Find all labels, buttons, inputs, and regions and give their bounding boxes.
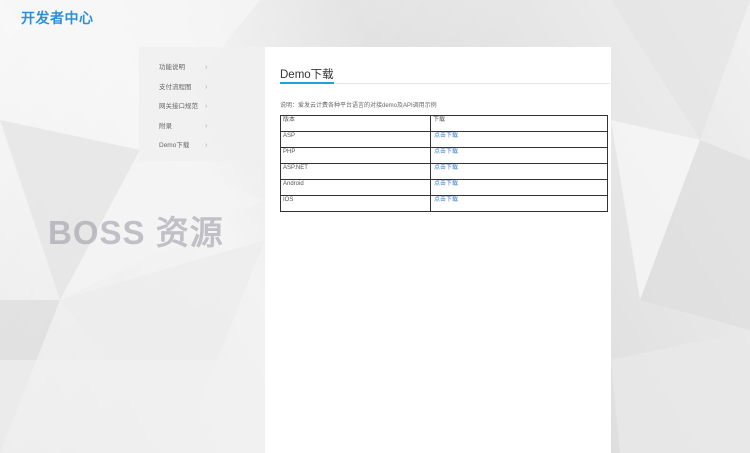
sidebar: 功能说明 › 支付流程图 › 网关接口规范 › 附录 › Demo下载 › — [139, 47, 265, 161]
chevron-right-icon: › — [205, 83, 208, 91]
demo-table: 版本 下载 ASP 点击下载 PHP 点击下载 ASP.NET 点击下载 And… — [280, 115, 608, 212]
download-cell: 点击下载 — [430, 195, 608, 212]
column-header-download: 下载 — [430, 115, 608, 132]
description-text: 说明：爱发云计费各种平台语言的对接demo及API调用示例 — [280, 103, 437, 109]
table-row: ASP 点击下载 — [280, 131, 608, 148]
sidebar-item-payment-flow[interactable]: 支付流程图 › — [139, 78, 265, 98]
version-cell: PHP — [280, 147, 431, 164]
table-row: Android 点击下载 — [280, 179, 608, 196]
table-header-row: 版本 下载 — [280, 115, 608, 132]
content-panel: Demo下载 说明：爱发云计费各种平台语言的对接demo及API调用示例 版本 … — [265, 47, 611, 453]
table-row: ASP.NET 点击下载 — [280, 163, 608, 180]
version-cell: Android — [280, 179, 431, 196]
chevron-right-icon: › — [205, 64, 208, 71]
table-row: IOS 点击下载 — [280, 195, 608, 212]
column-header-version: 版本 — [280, 115, 431, 132]
download-link[interactable]: 点击下载 — [434, 133, 458, 139]
download-cell: 点击下载 — [430, 147, 608, 164]
sidebar-item-features[interactable]: 功能说明 › — [139, 58, 265, 78]
title-accent-bar — [280, 82, 334, 84]
chevron-right-icon: › — [205, 142, 208, 150]
sidebar-item-label: Demo下载 — [159, 142, 190, 150]
chevron-right-icon: › — [205, 122, 208, 130]
sidebar-item-appendix[interactable]: 附录 › — [139, 117, 265, 137]
version-cell: ASP.NET — [280, 163, 431, 180]
page-title: Demo下载 — [280, 69, 334, 81]
table-row: PHP 点击下载 — [280, 147, 608, 164]
sidebar-item-label: 附录 — [159, 122, 172, 130]
download-link[interactable]: 点击下载 — [434, 165, 458, 171]
watermark-text: BOSS 资源 — [48, 214, 224, 251]
sidebar-item-gateway-spec[interactable]: 网关接口规范 › — [139, 97, 265, 117]
sidebar-item-demo-download[interactable]: Demo下载 › — [139, 136, 265, 156]
version-cell: ASP — [280, 131, 431, 148]
sidebar-item-label: 功能说明 — [159, 64, 185, 71]
download-link[interactable]: 点击下载 — [434, 149, 458, 155]
chevron-right-icon: › — [205, 103, 208, 111]
download-cell: 点击下载 — [430, 131, 608, 148]
download-cell: 点击下载 — [430, 163, 608, 180]
version-cell: IOS — [280, 195, 431, 212]
download-link[interactable]: 点击下载 — [434, 181, 458, 187]
sidebar-item-label: 网关接口规范 — [159, 103, 198, 111]
download-link[interactable]: 点击下载 — [434, 197, 458, 203]
site-title[interactable]: 开发者中心 — [21, 8, 94, 28]
download-cell: 点击下载 — [430, 179, 608, 196]
sidebar-item-label: 支付流程图 — [159, 83, 192, 91]
